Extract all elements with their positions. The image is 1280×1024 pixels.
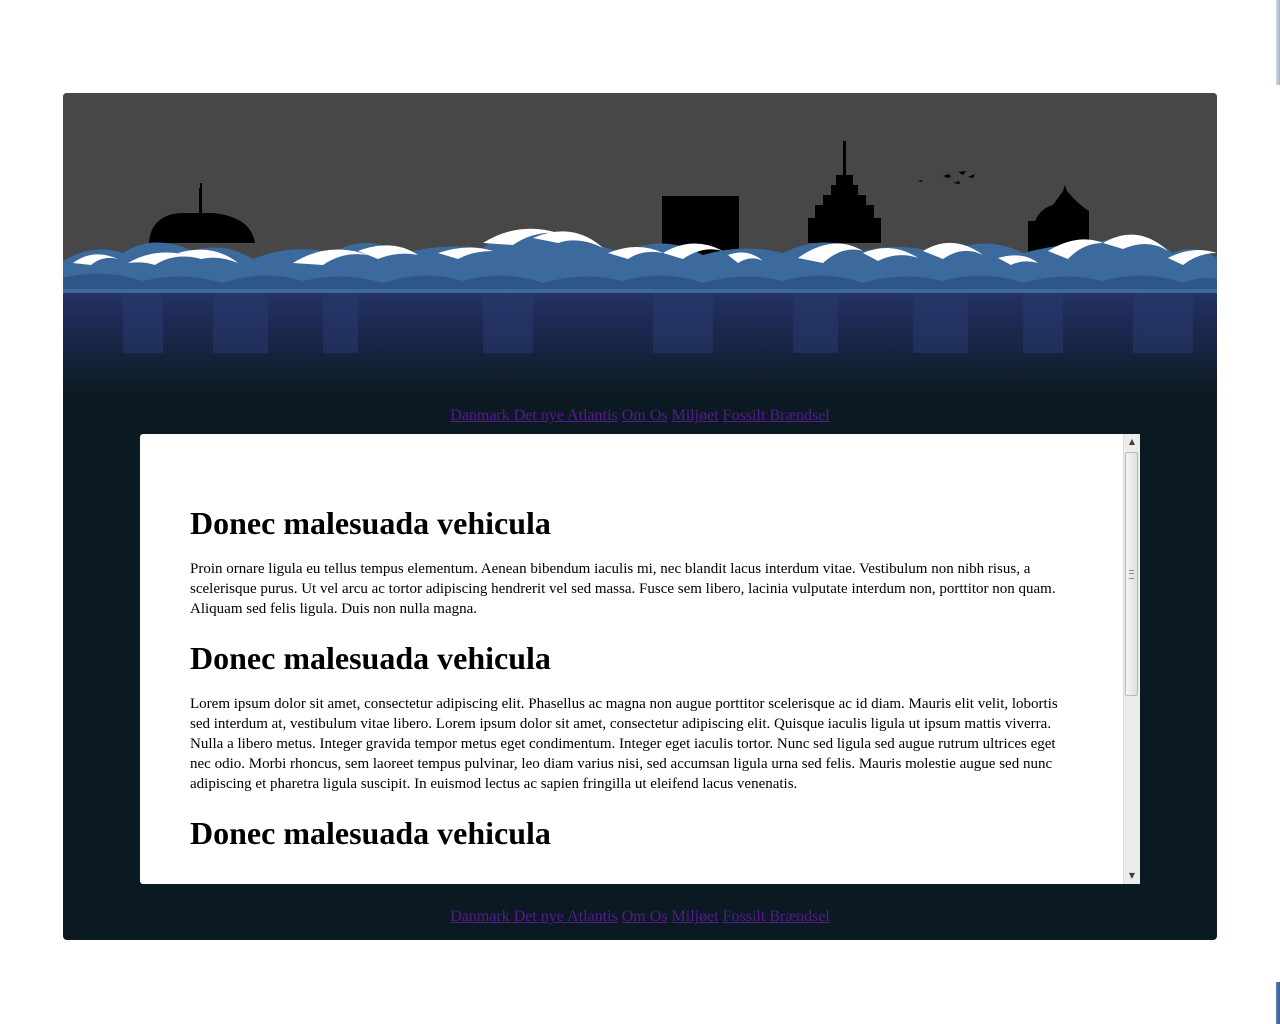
bottom-navigation: Danmark Det nye Atlantis Om Os Miljøet F… (63, 908, 1217, 926)
content-viewport: Donec malesuada vehicula Proin ornare li… (140, 434, 1123, 884)
section-heading: Donec malesuada vehicula (190, 640, 551, 676)
nav-link-danmark[interactable]: Danmark Det nye Atlantis (450, 407, 618, 424)
section-paragraph: Proin ornare ligula eu tellus tempus ele… (190, 561, 1056, 617)
nav-link-fossilt-braendsel[interactable]: Fossilt Brændsel (723, 908, 830, 925)
section-heading: Donec malesuada vehicula (190, 815, 551, 851)
nav-link-danmark[interactable]: Danmark Det nye Atlantis (450, 908, 618, 925)
window-edge (1276, 982, 1280, 1024)
section-heading: Donec malesuada vehicula (190, 505, 551, 541)
site-container: Danmark Det nye Atlantis Om Os Miljøet F… (63, 93, 1217, 940)
article: Donec malesuada vehicula Proin ornare li… (140, 434, 1123, 852)
nav-link-om-os[interactable]: Om Os (622, 407, 668, 424)
header-banner (63, 93, 1217, 393)
window-edge (1276, 0, 1280, 85)
city-flood-illustration (63, 93, 1217, 393)
nav-link-miljoet[interactable]: Miljøet (672, 407, 719, 424)
nav-link-om-os[interactable]: Om Os (622, 908, 668, 925)
scroll-down-icon[interactable]: ▼ (1124, 868, 1140, 884)
top-navigation: Danmark Det nye Atlantis Om Os Miljøet F… (63, 407, 1217, 425)
content-frame[interactable]: Donec malesuada vehicula Proin ornare li… (140, 434, 1140, 884)
section-paragraph: Lorem ipsum dolor sit amet, consectetur … (190, 696, 1058, 792)
scrollbar-thumb[interactable] (1125, 452, 1138, 696)
nav-link-fossilt-braendsel[interactable]: Fossilt Brændsel (723, 407, 830, 424)
grip-icon (1129, 570, 1134, 579)
nav-link-miljoet[interactable]: Miljøet (672, 908, 719, 925)
scroll-up-icon[interactable]: ▲ (1124, 434, 1140, 450)
vertical-scrollbar[interactable]: ▲ ▼ (1123, 434, 1140, 884)
